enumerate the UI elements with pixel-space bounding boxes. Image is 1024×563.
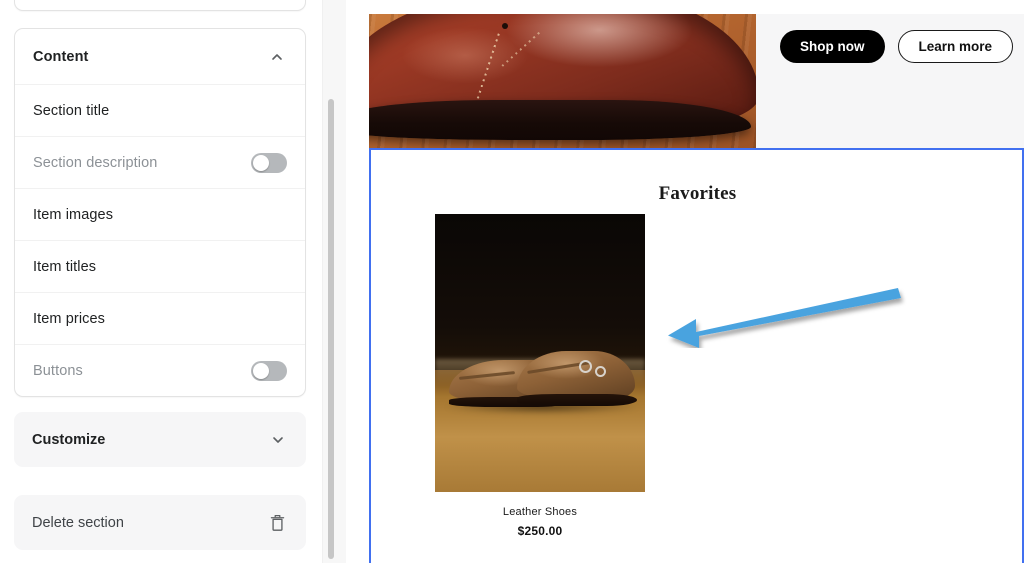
product-shoe-buckle-lower: [595, 366, 606, 377]
setting-row-item-images[interactable]: Item images: [15, 188, 305, 240]
editor-screen: Content Section title Section descriptio…: [0, 0, 1024, 563]
product-shoe-buckle-upper: [579, 360, 592, 373]
setting-row-buttons[interactable]: Buttons: [15, 344, 305, 396]
setting-row-section-title[interactable]: Section title: [15, 84, 305, 136]
delete-section-button[interactable]: Delete section: [14, 495, 306, 550]
setting-row-item-prices[interactable]: Item prices: [15, 292, 305, 344]
product-image-backdrop: [435, 214, 645, 375]
toggle-knob: [253, 155, 269, 171]
shop-now-button[interactable]: Shop now: [780, 30, 885, 63]
setting-label: Section title: [33, 103, 109, 119]
content-panel-card: Content Section title Section descriptio…: [14, 28, 306, 397]
hero-banner-section[interactable]: Shop now Learn more: [369, 14, 1024, 148]
content-panel-header[interactable]: Content: [15, 29, 305, 84]
product-image: [435, 214, 645, 492]
hero-shoe-sole: [369, 100, 751, 140]
buttons-toggle[interactable]: [251, 361, 287, 381]
hero-banner-image: [369, 14, 756, 148]
selected-collection-section[interactable]: Favorites Leather Shoes $2: [369, 148, 1024, 563]
setting-label: Item prices: [33, 311, 105, 327]
section-settings-sidebar: Content Section title Section descriptio…: [0, 0, 322, 563]
setting-label: Item titles: [33, 259, 96, 275]
trash-icon[interactable]: [269, 514, 286, 532]
panel-gutter: [346, 0, 368, 563]
sidebar-scrollbar[interactable]: [322, 0, 346, 563]
sidebar-scrollbar-thumb[interactable]: [328, 99, 334, 559]
customize-panel-header[interactable]: Customize: [14, 412, 306, 467]
learn-more-button[interactable]: Learn more: [898, 30, 1014, 63]
setting-label: Buttons: [33, 363, 83, 379]
section-description-toggle[interactable]: [251, 153, 287, 173]
hero-banner-actions: Shop now Learn more: [756, 14, 1024, 148]
previous-panel-card: [14, 0, 306, 11]
product-shoe-sole-right: [517, 394, 637, 406]
chevron-up-icon[interactable]: [269, 49, 285, 65]
customize-label: Customize: [32, 432, 105, 448]
toggle-knob: [253, 363, 269, 379]
content-panel-title: Content: [33, 49, 88, 65]
setting-label: Item images: [33, 207, 113, 223]
setting-row-section-description[interactable]: Section description: [15, 136, 305, 188]
product-price: $250.00: [435, 524, 645, 538]
product-title: Leather Shoes: [435, 506, 645, 518]
setting-row-item-titles[interactable]: Item titles: [15, 240, 305, 292]
collection-section-title: Favorites: [371, 183, 1024, 205]
product-card[interactable]: Leather Shoes $250.00: [435, 214, 645, 538]
setting-label: Section description: [33, 155, 157, 171]
hero-shoe-eyelet: [502, 23, 508, 29]
delete-section-label: Delete section: [32, 515, 124, 531]
chevron-down-icon[interactable]: [270, 432, 286, 448]
theme-preview: Shop now Learn more Favorites: [368, 0, 1024, 563]
